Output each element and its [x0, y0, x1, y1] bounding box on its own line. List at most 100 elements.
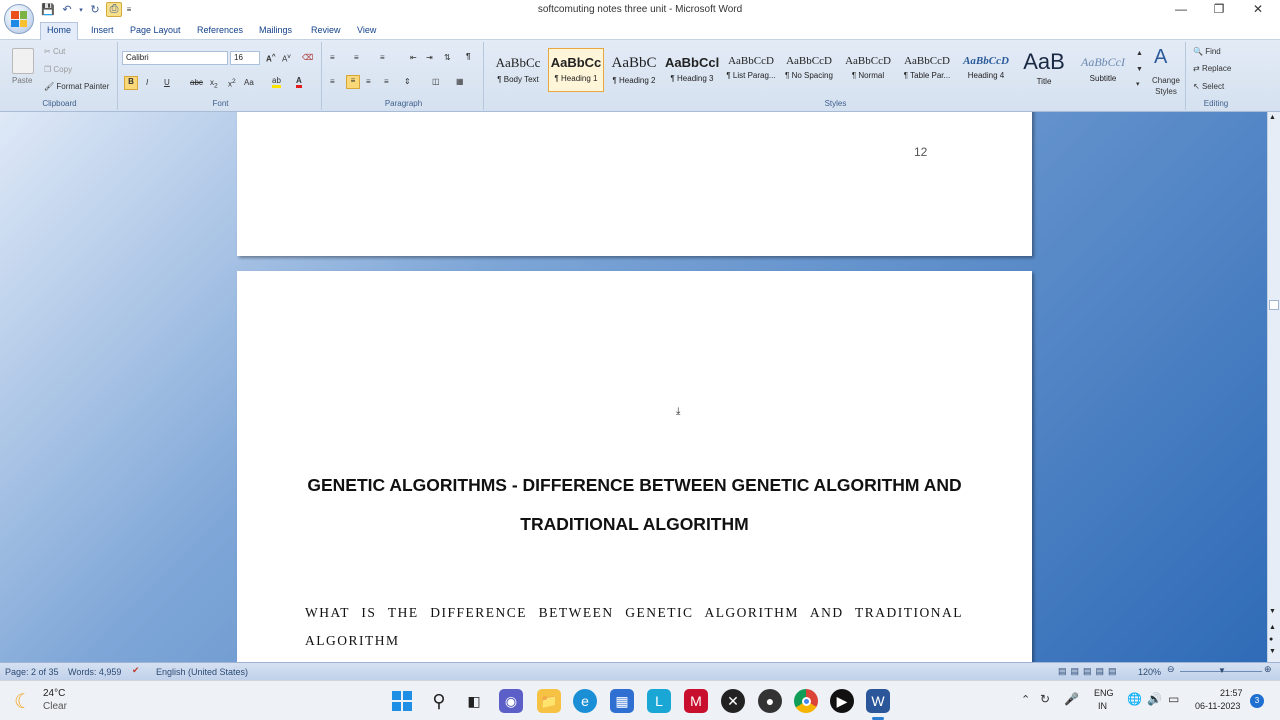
chat-icon[interactable]: ◉ [499, 689, 523, 713]
previous-page-icon[interactable]: ▲ [1269, 624, 1276, 631]
proofing-icon[interactable]: ✔ [132, 665, 140, 676]
notification-badge[interactable]: 3 [1250, 694, 1264, 708]
superscript-icon[interactable]: x2 [228, 78, 236, 89]
next-page-icon[interactable]: ▼ [1269, 648, 1276, 655]
tab-mailings[interactable]: Mailings [253, 23, 298, 37]
style-list-paragraph[interactable]: AaBbCcD ¶ List Parag... [723, 48, 779, 92]
style-no-spacing[interactable]: AaBbCcD ¶ No Spacing [781, 48, 837, 92]
cut-button[interactable]: ✂ Cut [44, 47, 65, 56]
tab-home[interactable]: Home [40, 22, 79, 41]
restore-icon[interactable]: ❐ [1204, 2, 1234, 18]
word-icon[interactable]: W [866, 689, 890, 713]
bullets-icon[interactable]: ≡ [330, 53, 335, 62]
sort-icon[interactable]: ⇅ [444, 53, 451, 62]
language-status[interactable]: English (United States) [156, 667, 248, 677]
style-heading-2[interactable]: AaBbC ¶ Heading 2 [606, 48, 662, 92]
grow-font-icon[interactable]: A^ [266, 53, 276, 64]
document-heading[interactable]: GENETIC ALGORITHMS - DIFFERENCE BETWEEN … [297, 466, 972, 544]
find-button[interactable]: 🔍 Find [1193, 47, 1221, 56]
tab-view[interactable]: View [351, 23, 382, 37]
input-language[interactable]: ENG [1094, 688, 1114, 698]
mcafee-icon[interactable]: M [684, 689, 708, 713]
media-player-icon[interactable]: ▶ [830, 689, 854, 713]
close-icon[interactable]: ✕ [1243, 2, 1273, 18]
show-formatting-icon[interactable]: ¶ [466, 52, 470, 61]
style-heading-1[interactable]: AaBbCc ¶ Heading 1 [548, 48, 604, 92]
style-body-text[interactable]: AaBbCc ¶ Body Text [490, 48, 546, 92]
sync-icon[interactable]: ↻ [1040, 692, 1050, 706]
styles-more-icon[interactable]: ▾ [1136, 80, 1140, 88]
clear-format-icon[interactable]: ⌫ [302, 53, 313, 62]
italic-icon[interactable]: I [146, 78, 148, 87]
paste-icon[interactable] [12, 48, 34, 74]
view-buttons[interactable]: ▤▤▤▤▤ [1058, 666, 1121, 677]
scroll-thumb[interactable] [1269, 300, 1279, 310]
justify-icon[interactable]: ≡ [384, 77, 389, 86]
align-center-icon[interactable]: ≡ [346, 75, 360, 89]
weather-moon-icon[interactable]: ☾ [14, 689, 32, 714]
replace-button[interactable]: ⇄ Replace [1193, 64, 1231, 73]
styles-scroll-down-icon[interactable]: ▼ [1136, 66, 1143, 73]
zoom-level[interactable]: 120% [1138, 667, 1161, 677]
microphone-icon[interactable]: 🎤 [1064, 692, 1079, 706]
vertical-scrollbar[interactable]: ▲ ▼ ▲ ● ▼ [1267, 112, 1280, 662]
tab-insert[interactable]: Insert [85, 23, 120, 37]
font-size-select[interactable]: 16 [230, 51, 260, 65]
volume-icon[interactable]: 🔊 [1147, 692, 1162, 706]
style-title[interactable]: AaB Title [1016, 48, 1072, 92]
align-right-icon[interactable]: ≡ [366, 77, 371, 86]
align-left-icon[interactable]: ≡ [330, 77, 335, 86]
numbering-icon[interactable]: ≡ [354, 53, 359, 62]
task-view-icon[interactable]: ◧ [462, 689, 486, 713]
input-region[interactable]: IN [1098, 701, 1107, 711]
underline-icon[interactable]: U [164, 78, 170, 87]
scroll-down-icon[interactable]: ▼ [1269, 608, 1276, 615]
select-browse-object-icon[interactable]: ● [1269, 636, 1273, 643]
document-subheading[interactable]: WHAT IS THE DIFFERENCE BETWEEN GENETIC A… [305, 599, 963, 655]
page-1[interactable]: 12 [237, 112, 1032, 256]
clock-time[interactable]: 21:57 [1220, 688, 1243, 698]
zoom-in-icon[interactable]: ⊕ [1264, 664, 1272, 675]
format-painter-button[interactable]: 🖌 Format Painter [44, 82, 109, 91]
line-spacing-icon[interactable]: ⇕ [404, 77, 411, 86]
clock-date[interactable]: 06-11-2023 [1195, 701, 1240, 711]
app-l-icon[interactable]: L [647, 689, 671, 713]
minimize-icon[interactable]: — [1166, 2, 1196, 18]
font-color-icon[interactable]: A [296, 76, 302, 88]
word-count[interactable]: Words: 4,959 [68, 667, 121, 677]
search-icon[interactable]: ⚲ [427, 689, 451, 713]
style-subtitle[interactable]: AaBbCcI Subtitle [1075, 48, 1131, 92]
bold-icon[interactable]: B [124, 76, 138, 90]
tab-references[interactable]: References [191, 23, 249, 37]
change-styles-icon[interactable]: A [1154, 46, 1167, 69]
page-count[interactable]: Page: 2 of 35 [5, 667, 59, 677]
xbox-icon[interactable]: ✕ [721, 689, 745, 713]
style-heading-3[interactable]: AaBbCcl ¶ Heading 3 [664, 48, 720, 92]
zoom-slider-thumb[interactable]: ▼ [1218, 666, 1226, 675]
battery-icon[interactable]: ▭ [1168, 692, 1179, 706]
page-2[interactable]: ⤓ GENETIC ALGORITHMS - DIFFERENCE BETWEE… [237, 271, 1032, 662]
weather-temp[interactable]: 24°C [43, 688, 65, 699]
recorder-icon[interactable]: ● [758, 689, 782, 713]
edge-icon[interactable]: e [573, 689, 597, 713]
chrome-icon[interactable] [794, 689, 818, 713]
multilevel-list-icon[interactable]: ≡ [380, 53, 385, 62]
zoom-out-icon[interactable]: ⊖ [1167, 664, 1175, 675]
change-styles-button[interactable]: Change Styles [1148, 75, 1184, 97]
start-icon[interactable] [390, 689, 414, 713]
tab-page-layout[interactable]: Page Layout [124, 23, 187, 37]
tab-review[interactable]: Review [305, 23, 347, 37]
office-button[interactable] [4, 4, 34, 34]
borders-icon[interactable]: ▦ [456, 77, 464, 86]
styles-scroll-up-icon[interactable]: ▲ [1136, 50, 1143, 57]
shading-icon[interactable]: ◫ [432, 77, 440, 86]
strikethrough-icon[interactable]: abc [190, 78, 203, 87]
document-area[interactable]: 12 ⤓ GENETIC ALGORITHMS - DIFFERENCE BET… [0, 112, 1267, 662]
show-hidden-icons-icon[interactable]: ⌃ [1021, 693, 1030, 706]
increase-indent-icon[interactable]: ⇥ [426, 53, 433, 62]
decrease-indent-icon[interactable]: ⇤ [410, 53, 417, 62]
shrink-font-icon[interactable]: Av [282, 53, 291, 64]
network-icon[interactable]: 🌐 [1127, 692, 1142, 706]
font-name-select[interactable]: Calibri [122, 51, 228, 65]
paste-button[interactable]: Paste [12, 76, 32, 85]
